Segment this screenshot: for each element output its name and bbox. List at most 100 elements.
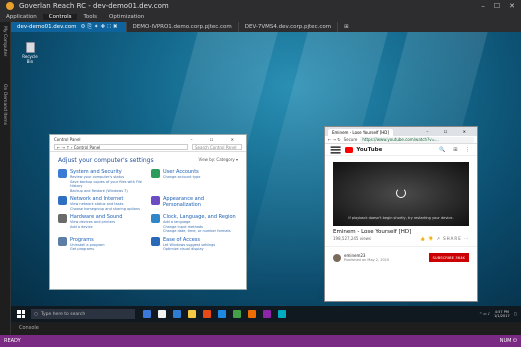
session-tabs: dev-demo01.dev.com ⚙⎘✦✚⛶✖ DEMO-IVPRO1.de… bbox=[11, 22, 521, 32]
menu-optimization[interactable]: Optimization bbox=[103, 14, 150, 20]
window-controls: – ☐ ✕ bbox=[481, 2, 521, 10]
taskbar-apps bbox=[143, 310, 286, 318]
control-panel-category[interactable]: Network and Internet View network status … bbox=[58, 196, 145, 211]
publish-date: Published on May 2, 2015 bbox=[344, 258, 390, 262]
control-panel-category[interactable]: Hardware and Sound View devices and print… bbox=[58, 214, 145, 234]
category-link[interactable]: Change date, time, or number formats bbox=[163, 229, 236, 234]
control-panel-category[interactable]: Clock, Language, and Region Add a languag… bbox=[151, 214, 238, 234]
category-link[interactable]: Add a device bbox=[70, 225, 122, 230]
browser-tab-title: Eminem - Lose Yourself [HD] bbox=[332, 130, 389, 135]
category-link[interactable]: Backup and Restore (Windows 7) bbox=[70, 189, 145, 194]
maximize-button[interactable]: ☐ bbox=[494, 2, 500, 10]
view-by-dropdown[interactable]: View by: Category ▾ bbox=[198, 157, 238, 164]
session-tab-label: dev-demo01.dev.com bbox=[17, 24, 77, 30]
taskbar-app-icon[interactable] bbox=[263, 310, 271, 318]
taskbar-search-placeholder: Type here to search bbox=[40, 311, 86, 317]
taskbar-app-icon[interactable] bbox=[233, 310, 241, 318]
notification-icon[interactable]: ▢ bbox=[514, 312, 517, 317]
taskbar-search-input[interactable]: ○ Type here to search bbox=[31, 309, 135, 319]
video-views: 198,527,245 views bbox=[333, 236, 372, 241]
control-panel-breadcrumb[interactable]: ← → ↑ › Control Panel bbox=[54, 144, 188, 150]
category-icon bbox=[151, 169, 160, 178]
session-tab-dev-7vms4[interactable]: DEV-7VMS4.dev.corp.pjtec.com bbox=[239, 22, 339, 32]
taskbar-app-icon[interactable] bbox=[203, 310, 211, 318]
category-icon bbox=[58, 236, 67, 246]
channel-avatar[interactable] bbox=[333, 253, 341, 262]
control-panel-category[interactable]: User Accounts Change account type bbox=[151, 169, 238, 193]
category-icon bbox=[151, 214, 160, 223]
category-link[interactable]: View devices and printers bbox=[70, 220, 122, 225]
browser-tab-strip: Eminem - Lose Yourself [HD] – ☐ ✕ bbox=[325, 127, 477, 136]
session-tab-label: DEMO-IVPRO1.demo.corp.pjtec.com bbox=[132, 24, 232, 30]
control-panel-window[interactable]: Control Panel – ☐ ✕ ← → ↑ › Control Pane… bbox=[49, 134, 247, 290]
category-link[interactable]: Get programs bbox=[70, 247, 105, 252]
taskbar-app-icon[interactable] bbox=[158, 310, 166, 318]
browser-window[interactable]: Eminem - Lose Yourself [HD] – ☐ ✕ ← → ↻ … bbox=[324, 126, 478, 302]
status-bar: READY NUM ⏻ bbox=[0, 335, 521, 347]
minimize-button[interactable]: – bbox=[481, 2, 485, 10]
category-link[interactable]: Choose homegroup and sharing options bbox=[70, 207, 140, 212]
recycle-bin-icon[interactable]: Recycle Bin bbox=[19, 42, 41, 64]
window-title: Goverlan Reach RC - dev-demo01.dev.com bbox=[19, 2, 169, 10]
taskbar-app-icon[interactable] bbox=[143, 310, 151, 318]
menu-controls[interactable]: Controls bbox=[42, 14, 78, 20]
category-icon bbox=[58, 196, 67, 205]
secure-label: Secure bbox=[343, 137, 358, 142]
control-panel-window-controls[interactable]: – ☐ ✕ bbox=[191, 137, 242, 142]
control-panel-search-input[interactable]: Search Control Panel bbox=[192, 144, 242, 150]
tray-icons[interactable]: ^ ▭ ♪ bbox=[479, 312, 490, 317]
control-panel-title: Control Panel bbox=[54, 136, 81, 142]
control-panel-heading: Adjust your computer's settings View by:… bbox=[50, 152, 246, 167]
control-panel-category[interactable]: Appearance and Personalization bbox=[151, 196, 238, 211]
console-panel[interactable]: Console bbox=[11, 322, 521, 335]
control-panel-categories: System and Security Review your computer'… bbox=[50, 167, 246, 254]
category-link[interactable]: Save backup copies of your files with Fi… bbox=[70, 180, 145, 189]
new-session-icon[interactable]: ⊞ bbox=[338, 24, 355, 30]
search-icon: ○ bbox=[34, 311, 38, 317]
subscribe-button[interactable]: SUBSCRIBE 364K bbox=[428, 253, 469, 262]
taskbar-app-icon[interactable] bbox=[248, 310, 256, 318]
video-player[interactable]: If playback doesn't begin shortly, try r… bbox=[333, 162, 469, 226]
browser-tab[interactable]: Eminem - Lose Yourself [HD] bbox=[328, 129, 393, 136]
app-window: Goverlan Reach RC - dev-demo01.dev.com –… bbox=[0, 0, 521, 347]
app-logo-icon bbox=[6, 2, 14, 10]
taskbar-app-icon[interactable] bbox=[188, 310, 196, 318]
menu-tools[interactable]: Tools bbox=[77, 14, 103, 20]
clock-date: 1/1/2017 bbox=[493, 314, 510, 318]
close-button[interactable]: ✕ bbox=[509, 2, 515, 10]
url-input[interactable]: https://www.youtube.com/watch?v=... bbox=[360, 136, 474, 143]
session-tab-demo-ivpro1[interactable]: DEMO-IVPRO1.demo.corp.pjtec.com bbox=[127, 22, 239, 32]
session-tab-dev-demo01[interactable]: dev-demo01.dev.com ⚙⎘✦✚⛶✖ bbox=[11, 22, 127, 32]
menu-icon[interactable]: ≡ bbox=[329, 140, 342, 159]
taskbar-app-icon[interactable] bbox=[218, 310, 226, 318]
taskbar-app-icon[interactable] bbox=[173, 310, 181, 318]
control-panel-category[interactable]: Ease of Access Let Windows suggest settin… bbox=[151, 236, 238, 252]
youtube-header: ≡ YouTube 🔍 ⊞ ⋮ bbox=[325, 140, 477, 159]
num-lock-indicator: NUM ⏻ bbox=[499, 338, 517, 344]
title-bar: Goverlan Reach RC - dev-demo01.dev.com –… bbox=[0, 0, 521, 12]
control-panel-heading-text: Adjust your computer's settings bbox=[58, 157, 154, 164]
youtube-logo-icon[interactable] bbox=[345, 146, 354, 153]
session-toolbar-icons[interactable]: ⚙⎘✦✚⛶✖ bbox=[81, 24, 120, 31]
video-caption: If playback doesn't begin shortly, try r… bbox=[348, 216, 454, 220]
control-panel-category[interactable]: Programs Uninstall a program Get programs bbox=[58, 236, 145, 252]
category-icon bbox=[151, 236, 160, 246]
control-panel-category[interactable]: System and Security Review your computer'… bbox=[58, 169, 145, 193]
sidebar-my-computer[interactable]: My Computer bbox=[2, 26, 7, 56]
menu-application[interactable]: Application bbox=[0, 14, 43, 20]
taskbar-app-icon[interactable] bbox=[278, 310, 286, 318]
youtube-header-icons[interactable]: 🔍 ⊞ ⋮ bbox=[439, 147, 473, 153]
clock[interactable]: 4:57 PM 1/1/2017 bbox=[494, 310, 510, 319]
category-icon bbox=[58, 169, 67, 178]
video-actions[interactable]: 👍 👎 ↗ SHARE ⋯ bbox=[420, 236, 469, 241]
category-link[interactable]: Change account type bbox=[163, 175, 200, 180]
category-link[interactable]: Optimize visual display bbox=[163, 247, 215, 252]
sidebar: My Computer On Demand Items bbox=[0, 22, 11, 335]
sidebar-on-demand-items[interactable]: On Demand Items bbox=[2, 84, 7, 125]
remote-desktop[interactable]: Recycle Bin Control Panel – ☐ ✕ ← → ↑ › … bbox=[11, 32, 521, 306]
browser-address-bar: ← → ↻ Secure https://www.youtube.com/wat… bbox=[325, 136, 477, 144]
browser-window-controls[interactable]: – ☐ ✕ bbox=[427, 127, 477, 136]
category-title[interactable]: Appearance and Personalization bbox=[163, 196, 238, 208]
windows-start-icon[interactable] bbox=[17, 310, 25, 318]
control-panel-address-bar: ← → ↑ › Control Panel Search Control Pan… bbox=[50, 143, 246, 152]
